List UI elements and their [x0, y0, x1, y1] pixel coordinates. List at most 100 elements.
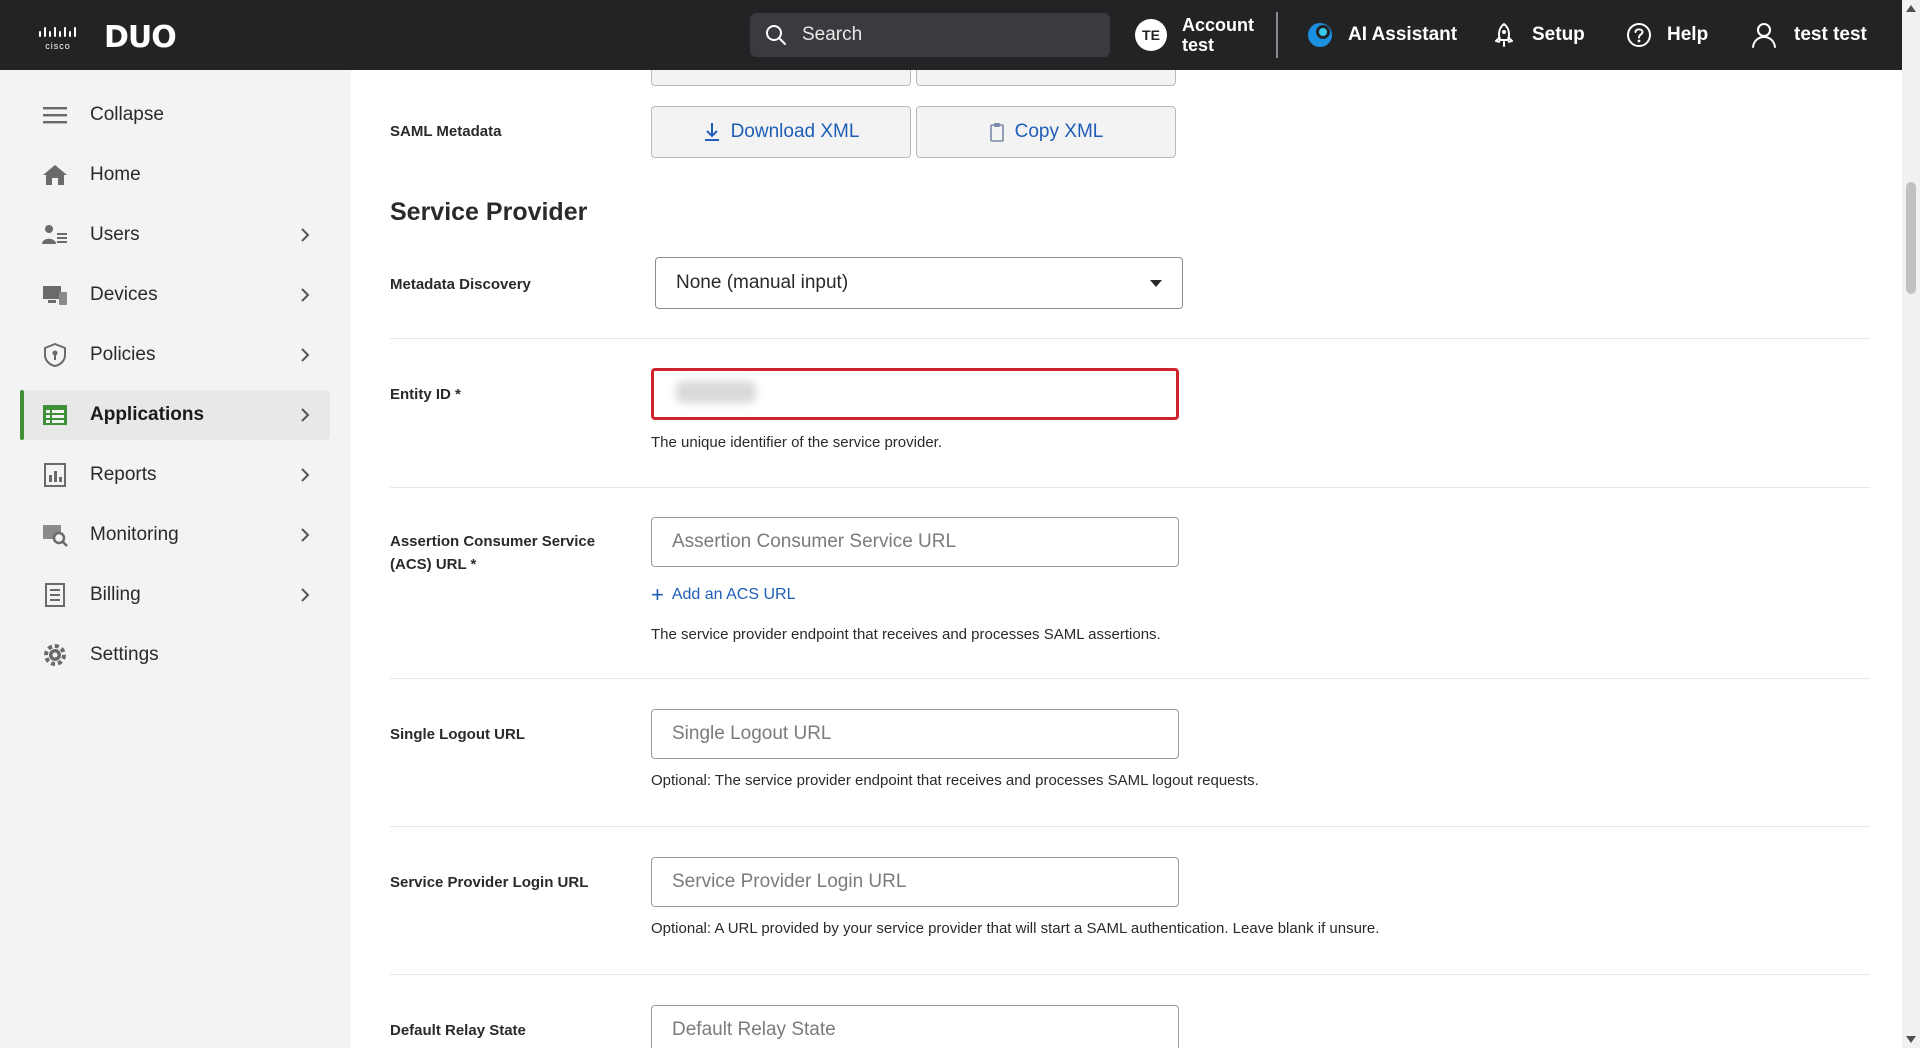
divider [390, 678, 1870, 679]
account-avatar: TE [1135, 19, 1167, 51]
chevron-right-icon [301, 348, 310, 362]
shield-icon [44, 343, 66, 367]
chevron-right-icon [301, 468, 310, 482]
divider [390, 338, 1870, 339]
sidebar-item-label: Billing [90, 584, 141, 605]
sidebar-item-label: Applications [90, 404, 205, 425]
setup-button[interactable]: Setup [1490, 0, 1585, 70]
chevron-right-icon [301, 408, 310, 422]
single-logout-url-help: Optional: The service provider endpoint … [651, 772, 1259, 789]
metadata-discovery-select[interactable]: None (manual input) [655, 257, 1183, 309]
scrollbar-thumb[interactable] [1906, 182, 1916, 294]
sidebar-item-label: Monitoring [90, 524, 179, 545]
ai-assistant-label: AI Assistant [1348, 24, 1458, 45]
help-label: Help [1667, 24, 1709, 45]
acs-url-label-line2: (ACS) URL * [390, 556, 477, 573]
section-title: Service Provider [390, 198, 588, 226]
main-content: SAML Metadata Download XML Copy XML Serv… [351, 70, 1902, 1048]
rocket-icon [1495, 23, 1513, 47]
cisco-logo: cisco [38, 25, 78, 51]
divider [390, 826, 1870, 827]
acs-url-help: The service provider endpoint that recei… [651, 626, 1161, 643]
user-menu[interactable]: test test [1750, 0, 1867, 70]
sidebar-item-monitoring[interactable]: Monitoring [20, 510, 330, 560]
account-label: Account [1182, 15, 1254, 35]
gear-icon [44, 644, 66, 666]
single-logout-url-input[interactable] [651, 709, 1179, 759]
cisco-wordmark: cisco [45, 40, 71, 51]
chevron-right-icon [301, 528, 310, 542]
sidebar-item-home[interactable]: Home [20, 150, 330, 200]
sp-login-url-input[interactable] [651, 857, 1179, 907]
add-acs-url-label: Add an ACS URL [671, 586, 796, 603]
download-icon [704, 123, 719, 141]
copy-xml-button[interactable]: Copy XML [916, 106, 1176, 158]
sidebar-item-devices[interactable]: Devices [20, 270, 330, 320]
users-icon [42, 225, 67, 244]
duo-wordmark: DUO [104, 20, 177, 55]
scroll-down-icon[interactable] [1906, 1036, 1916, 1043]
entity-id-label: Entity ID * [390, 386, 461, 403]
setup-label: Setup [1532, 24, 1585, 45]
sidebar-item-label: Users [90, 224, 140, 245]
help-icon [1627, 23, 1651, 47]
sidebar-item-settings[interactable]: Settings [20, 630, 330, 680]
sidebar-item-policies[interactable]: Policies [20, 330, 330, 380]
sp-login-url-label: Service Provider Login URL [390, 874, 589, 891]
caret-down-icon [1150, 280, 1162, 287]
copy-xml-label: Copy XML [1014, 121, 1104, 142]
download-xml-button[interactable]: Download XML [651, 106, 911, 158]
acs-url-label-line1: Assertion Consumer Service [390, 533, 596, 550]
chevron-right-icon [301, 228, 310, 242]
user-name: test test [1794, 24, 1867, 45]
cut-off-button[interactable] [651, 70, 911, 86]
plus-icon: + [651, 582, 664, 607]
metadata-discovery-label: Metadata Discovery [390, 276, 531, 293]
download-xml-label: Download XML [730, 121, 860, 142]
sidebar: Collapse Home Users Devices Policies App… [0, 70, 351, 1048]
sidebar-item-collapse[interactable]: Collapse [20, 90, 330, 140]
single-logout-url-label: Single Logout URL [390, 726, 525, 743]
sidebar-item-label: Collapse [90, 104, 164, 125]
chevron-right-icon [301, 288, 310, 302]
sidebar-item-label: Settings [90, 644, 159, 665]
metadata-discovery-value: None (manual input) [676, 272, 849, 293]
chevron-right-icon [301, 588, 310, 602]
acs-url-input[interactable] [651, 517, 1179, 567]
account-name: test [1182, 35, 1215, 55]
search-placeholder: Search [802, 24, 863, 45]
default-relay-state-label: Default Relay State [390, 1022, 526, 1039]
top-bar: cisco DUO Search TE Account test AI Assi… [0, 0, 1902, 70]
cisco-bars-icon [39, 26, 76, 37]
sidebar-item-users[interactable]: Users [20, 210, 330, 260]
reports-icon [44, 463, 66, 487]
sidebar-item-applications[interactable]: Applications [20, 390, 330, 440]
devices-icon [43, 286, 67, 305]
sp-login-url-help: Optional: A URL provided by your service… [651, 920, 1380, 937]
home-icon [43, 165, 67, 185]
search-bar[interactable]: Search [750, 13, 1110, 57]
sidebar-item-reports[interactable]: Reports [20, 450, 330, 500]
account-switcher[interactable]: TE Account test [1135, 0, 1254, 70]
sidebar-item-label: Reports [90, 464, 157, 485]
logo[interactable]: cisco DUO [38, 20, 177, 55]
page-scrollbar[interactable] [1902, 0, 1920, 1048]
topbar-divider [1276, 12, 1278, 58]
sidebar-item-label: Policies [90, 344, 156, 365]
clipboard-icon [989, 123, 1004, 142]
help-button[interactable]: Help [1625, 0, 1708, 70]
entity-id-redacted-value [676, 381, 756, 403]
default-relay-state-input[interactable] [651, 1005, 1179, 1048]
cut-off-button[interactable] [916, 70, 1176, 86]
saml-metadata-label: SAML Metadata [390, 123, 502, 140]
divider [390, 974, 1870, 975]
sidebar-item-label: Devices [90, 284, 158, 305]
applications-icon [43, 405, 67, 425]
sidebar-item-billing[interactable]: Billing [20, 570, 330, 620]
ai-assistant-button[interactable]: AI Assistant [1306, 0, 1457, 70]
scroll-up-icon[interactable] [1906, 5, 1916, 12]
ai-assistant-icon [1308, 23, 1332, 47]
add-acs-url-link[interactable]: + Add an ACS URL [651, 582, 796, 607]
sidebar-item-label: Home [90, 164, 141, 185]
divider [390, 487, 1870, 488]
